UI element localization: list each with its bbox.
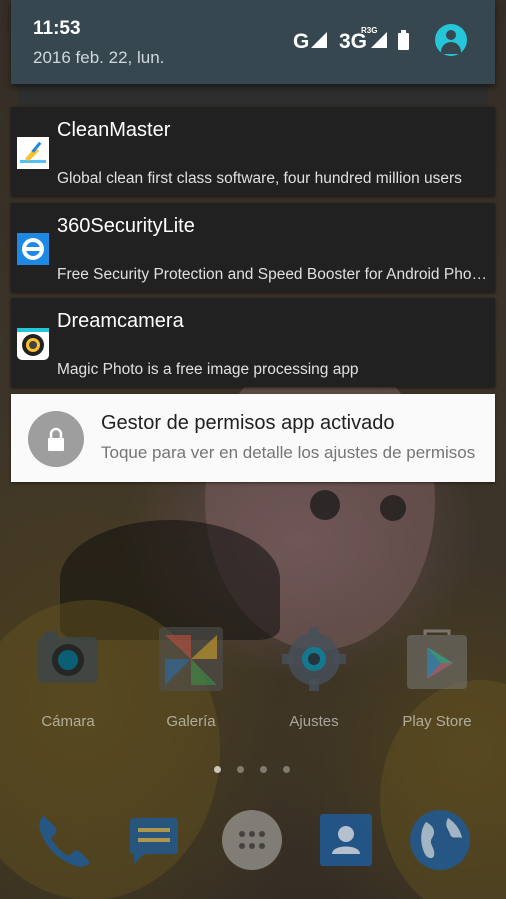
network-g-label: G [293,30,310,53]
phone-icon[interactable] [30,808,94,872]
notification-360securitylite[interactable]: 360SecurityLite Free Security Protection… [11,203,495,292]
app-label: Ajustes [289,713,339,730]
user-head [446,30,456,40]
play-store-icon [407,629,467,689]
notification-text: Toque para ver en detalle los ajustes de… [101,443,476,462]
collapsed-notification-edge [18,84,488,106]
broom-icon [17,137,49,169]
gallery-icon [159,627,223,691]
app-drawer-icon[interactable] [220,808,284,872]
messages-icon[interactable] [122,808,186,872]
app-label: Play Store [402,713,472,730]
app-galeria[interactable]: Galería [143,625,239,735]
date: 2016 feb. 22, lun. [33,48,165,67]
camera-icon [38,631,98,683]
page-dot [237,766,244,773]
signal-icon [311,32,327,48]
page-dot [260,766,267,773]
notification-title: 360SecurityLite [57,215,195,237]
battery-icon [398,30,409,50]
clock: 11:53 [33,18,81,39]
settings-icon [282,627,346,691]
user-body [441,42,461,54]
app-play-store[interactable]: Play Store [389,625,485,735]
app-label: Cámara [41,713,95,730]
user-icon[interactable] [435,24,467,56]
signal-icon [371,32,387,48]
status-bar: 11:53 2016 feb. 22, lun. G 3G R3G [11,0,495,84]
app-ajustes[interactable]: Ajustes [266,625,362,735]
page-dot [214,766,221,773]
notification-title: Gestor de permisos app activado [101,412,395,434]
notification-text: Global clean first class software, four … [57,170,462,187]
notification-title: Dreamcamera [57,310,184,332]
notification-cleanmaster[interactable]: CleanMaster Global clean first class sof… [11,107,495,196]
notification-title: CleanMaster [57,119,171,141]
notification-permission-manager[interactable]: Gestor de permisos app activado Toque pa… [11,394,495,482]
app-label: Galería [166,713,216,730]
camera-lens-icon [17,328,49,360]
contacts-icon[interactable] [314,808,378,872]
notification-text: Magic Photo is a free image processing a… [57,361,359,378]
page-dot [283,766,290,773]
notification-dreamcamera[interactable]: Dreamcamera Magic Photo is a free image … [11,298,495,387]
shield-icon [17,233,49,265]
app-camara[interactable]: Cámara [20,625,116,735]
browser-icon[interactable] [408,808,472,872]
lock-icon [28,411,84,467]
notification-text: Free Security Protection and Speed Boost… [57,266,491,283]
